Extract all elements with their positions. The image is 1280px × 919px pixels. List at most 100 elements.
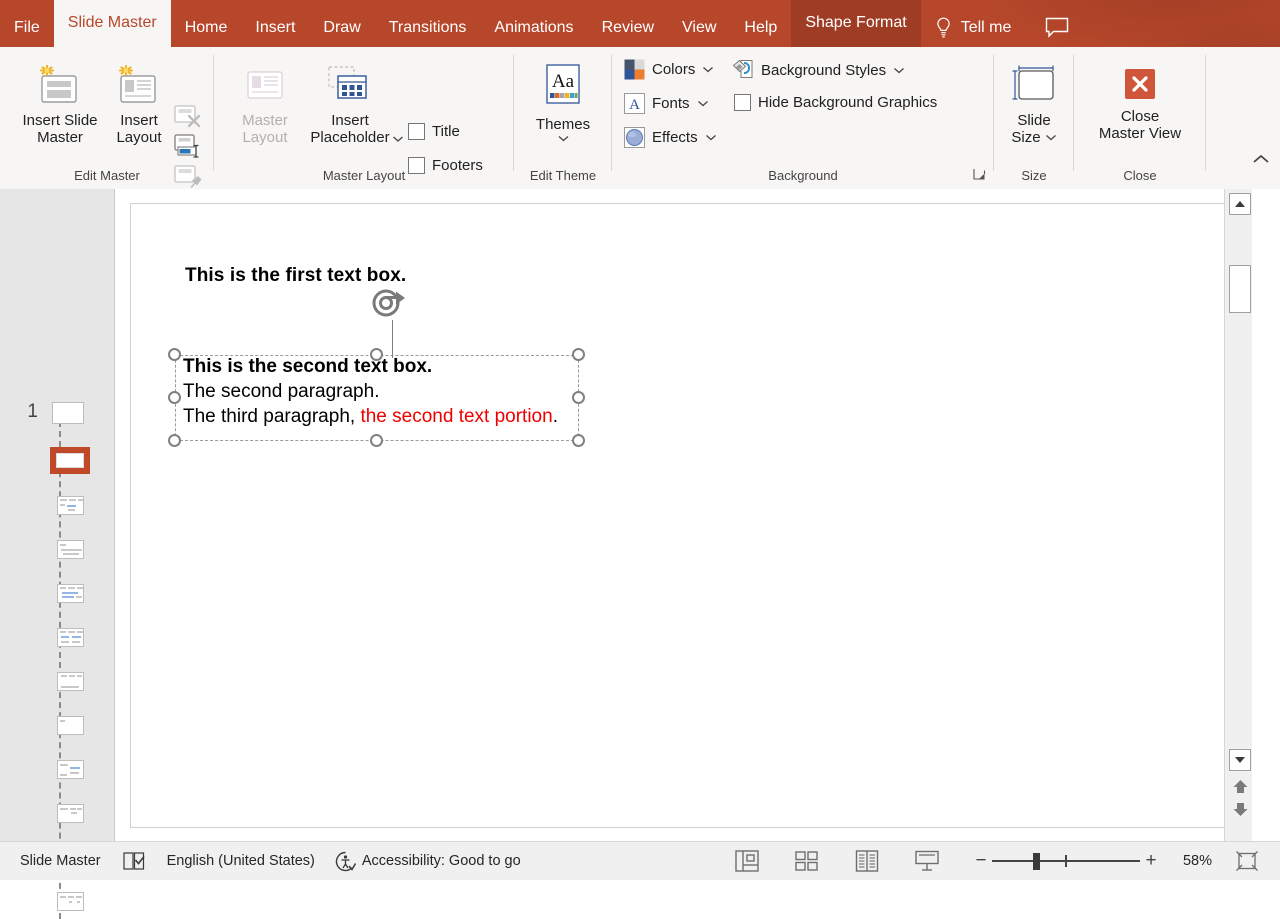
delete-slide-icon bbox=[174, 104, 204, 130]
status-view-name[interactable]: Slide Master bbox=[20, 853, 101, 869]
insert-layout-icon bbox=[112, 63, 166, 107]
insert-layout-button[interactable]: Insert Layout bbox=[108, 63, 170, 146]
vertical-scrollbar[interactable] bbox=[1224, 189, 1252, 841]
zoom-in-button[interactable]: + bbox=[1140, 850, 1162, 872]
accessibility-icon[interactable] bbox=[335, 851, 356, 872]
slide-editing-area[interactable]: This is the first text box. This is the … bbox=[115, 189, 1252, 841]
slide-canvas[interactable]: This is the first text box. This is the … bbox=[130, 203, 1237, 828]
tab-file[interactable]: File bbox=[0, 9, 54, 47]
chevron-down-icon bbox=[705, 133, 717, 142]
zoom-slider[interactable] bbox=[992, 851, 1140, 871]
resize-handle-bottom-center[interactable] bbox=[370, 434, 383, 447]
close-master-view-button[interactable]: Close Master View bbox=[1074, 65, 1206, 142]
resize-handle-bottom-left[interactable] bbox=[168, 434, 181, 447]
next-slide-button[interactable] bbox=[1232, 801, 1249, 817]
rename-master-button[interactable] bbox=[174, 134, 204, 165]
tell-me-search[interactable]: Tell me bbox=[921, 9, 1022, 47]
master-slide-number: 1 bbox=[14, 401, 38, 423]
resize-handle-middle-left[interactable] bbox=[168, 391, 181, 404]
tab-review[interactable]: Review bbox=[588, 9, 668, 47]
background-dialog-launcher[interactable] bbox=[973, 168, 986, 181]
slide-show-button[interactable] bbox=[908, 848, 946, 874]
theme-effects-icon bbox=[624, 127, 645, 148]
themes-button[interactable]: Aa Themes bbox=[514, 63, 612, 143]
tab-slide-master[interactable]: Slide Master bbox=[54, 0, 171, 47]
thumbnail-layout-1-selected[interactable] bbox=[50, 447, 90, 474]
hide-background-graphics-row[interactable]: Hide Background Graphics bbox=[734, 94, 937, 111]
chevron-down-icon bbox=[557, 134, 570, 143]
slide-master-thumbnail-pane[interactable]: 1 bbox=[0, 189, 114, 841]
resize-handle-top-right[interactable] bbox=[572, 348, 585, 361]
svg-text:Aa: Aa bbox=[552, 71, 575, 92]
insert-placeholder-icon bbox=[322, 63, 378, 107]
title-checkbox-row[interactable]: Title bbox=[408, 123, 460, 140]
scrollbar-thumb[interactable] bbox=[1229, 265, 1251, 313]
insert-slide-master-button[interactable]: Insert Slide Master bbox=[10, 63, 110, 146]
slide-show-icon bbox=[914, 850, 940, 872]
reading-view-button[interactable] bbox=[848, 848, 886, 874]
theme-fonts-icon: A bbox=[624, 93, 645, 114]
line3-end-part: . bbox=[553, 406, 558, 427]
tab-transitions[interactable]: Transitions bbox=[375, 9, 481, 47]
first-text-box[interactable]: This is the first text box. bbox=[185, 265, 406, 287]
insert-slide-master-label-l2: Master bbox=[37, 129, 83, 146]
theme-fonts-button[interactable]: A Fonts bbox=[624, 93, 709, 114]
scroll-up-button[interactable] bbox=[1229, 193, 1251, 215]
zoom-slider-thumb[interactable] bbox=[1033, 853, 1040, 870]
tab-shape-format[interactable]: Shape Format bbox=[791, 0, 920, 47]
normal-view-button[interactable] bbox=[728, 848, 766, 874]
previous-slide-button[interactable] bbox=[1232, 779, 1249, 795]
theme-effects-button[interactable]: Effects bbox=[624, 127, 717, 148]
slide-sorter-view-button[interactable] bbox=[788, 848, 826, 874]
workspace: 1 bbox=[0, 189, 1280, 841]
tab-view[interactable]: View bbox=[668, 9, 730, 47]
collapse-ribbon-button[interactable] bbox=[1250, 151, 1272, 167]
second-text-box-line-3: The third paragraph, the second text por… bbox=[183, 406, 558, 428]
resize-handle-bottom-right[interactable] bbox=[572, 434, 585, 447]
thumbnail-master[interactable] bbox=[52, 402, 84, 424]
ribbon: Insert Slide Master In bbox=[0, 47, 1280, 190]
resize-handle-middle-right[interactable] bbox=[572, 391, 585, 404]
ribbon-group-size: Slide Size Size bbox=[994, 47, 1074, 189]
ribbon-group-edit-theme: Aa Themes Edit Theme bbox=[514, 47, 612, 189]
tab-help[interactable]: Help bbox=[730, 9, 791, 47]
zoom-out-button[interactable]: − bbox=[970, 850, 992, 872]
chevron-down-icon bbox=[1045, 133, 1057, 142]
slide-size-button[interactable]: Slide Size bbox=[994, 65, 1074, 146]
group-label-master-layout: Master Layout bbox=[214, 168, 514, 183]
triangle-down-icon bbox=[1234, 756, 1246, 764]
title-checkbox[interactable] bbox=[408, 123, 425, 140]
status-language[interactable]: English (United States) bbox=[167, 853, 315, 869]
resize-handle-top-center[interactable] bbox=[370, 348, 383, 361]
spellcheck-icon[interactable] bbox=[123, 851, 145, 871]
slide-size-label-l2: Size bbox=[1011, 129, 1040, 146]
background-styles-button[interactable]: Background Styles bbox=[732, 59, 905, 81]
slide-size-label-l1: Slide bbox=[1017, 112, 1050, 129]
reading-view-icon bbox=[855, 850, 879, 872]
master-layout-label-l1: Master bbox=[242, 112, 288, 129]
theme-colors-button[interactable]: Colors bbox=[624, 59, 714, 80]
tab-insert[interactable]: Insert bbox=[241, 9, 309, 47]
insert-slide-master-icon bbox=[33, 63, 87, 107]
group-label-close: Close bbox=[1074, 168, 1206, 183]
insert-placeholder-button[interactable]: Insert Placeholder bbox=[290, 63, 410, 146]
master-layout-label-l2: Layout bbox=[242, 129, 287, 146]
tab-draw[interactable]: Draw bbox=[309, 9, 374, 47]
slide-size-icon bbox=[1006, 65, 1062, 107]
group-label-edit-master: Edit Master bbox=[0, 168, 214, 183]
tab-home[interactable]: Home bbox=[171, 9, 242, 47]
resize-handle-top-left[interactable] bbox=[168, 348, 181, 361]
delete-master-button[interactable] bbox=[174, 104, 204, 135]
group-divider bbox=[1205, 55, 1206, 171]
comments-button[interactable] bbox=[1035, 9, 1079, 47]
status-accessibility[interactable]: Accessibility: Good to go bbox=[362, 853, 521, 869]
fit-slide-to-window-button[interactable] bbox=[1228, 848, 1266, 874]
close-master-view-label-l2: Master View bbox=[1099, 125, 1181, 142]
second-text-box[interactable]: This is the second text box. The second … bbox=[175, 355, 579, 441]
hide-background-graphics-checkbox[interactable] bbox=[734, 94, 751, 111]
zoom-percentage[interactable]: 58% bbox=[1170, 853, 1212, 869]
scroll-down-button[interactable] bbox=[1229, 749, 1251, 771]
chevron-down-icon bbox=[392, 134, 404, 144]
tab-animations[interactable]: Animations bbox=[480, 9, 587, 47]
rotation-handle-icon[interactable] bbox=[371, 288, 407, 320]
